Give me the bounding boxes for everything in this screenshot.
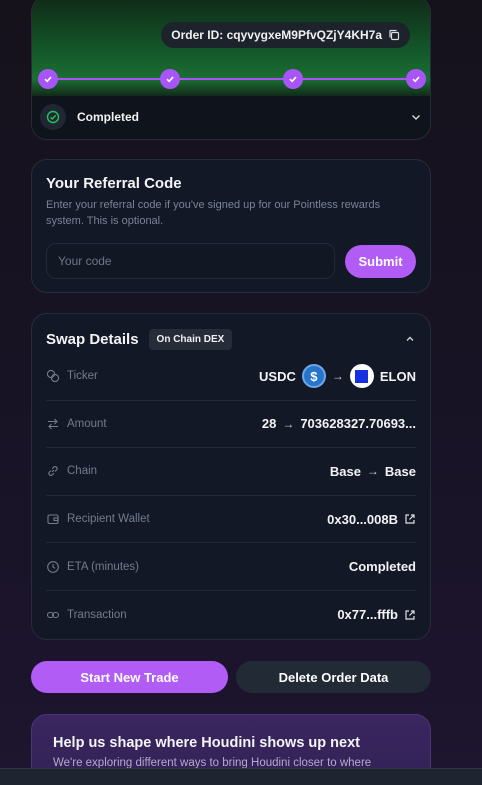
status-toggle[interactable]: Completed bbox=[32, 96, 430, 138]
chain-link-icon bbox=[46, 611, 60, 618]
wallet-row: Recipient Wallet 0x30...008B bbox=[46, 496, 416, 544]
step-1-check-icon bbox=[38, 69, 58, 89]
referral-subtitle: Enter your referral code if you've signe… bbox=[46, 199, 381, 227]
eta-label: ETA (minutes) bbox=[67, 560, 139, 573]
swap-details-header[interactable]: Swap Details On Chain DEX bbox=[46, 327, 416, 351]
wallet-value-link[interactable]: 0x30...008B bbox=[327, 512, 416, 527]
step-2-check-icon bbox=[160, 69, 180, 89]
chain-value: Base → Base bbox=[330, 464, 416, 479]
eta-row: ETA (minutes) Completed bbox=[46, 543, 416, 591]
order-id-pill[interactable]: Order ID: cqyvygxeM9PfvQZjY4KH7a bbox=[161, 22, 410, 48]
wallet-address: 0x30...008B bbox=[327, 511, 398, 527]
ticker-from: USDC bbox=[259, 368, 296, 384]
arrow-right-icon: → bbox=[366, 464, 379, 479]
transaction-value-link[interactable]: 0x77...fffb bbox=[337, 607, 416, 622]
referral-form: Submit bbox=[46, 243, 416, 279]
ticker-row: Ticker USDC $ → ELON bbox=[46, 353, 416, 401]
usdc-coin-icon: $ bbox=[301, 364, 326, 389]
wallet-label: Recipient Wallet bbox=[67, 513, 150, 526]
progress-line bbox=[48, 78, 414, 80]
order-status-card: Order ID: cqyvygxeM9PfvQZjY4KH7a Complet… bbox=[31, 0, 431, 140]
dex-badge: On Chain DEX bbox=[148, 328, 233, 350]
swap-arrows-icon bbox=[48, 418, 58, 430]
referral-title: Your Referral Code bbox=[46, 175, 182, 192]
transaction-label: Transaction bbox=[67, 608, 127, 621]
start-new-trade-button[interactable]: Start New Trade bbox=[31, 661, 228, 693]
step-3-check-icon bbox=[283, 69, 303, 89]
progress-track bbox=[38, 69, 426, 89]
ticker-to: ELON bbox=[379, 368, 416, 384]
amount-label: Amount bbox=[67, 417, 107, 430]
coins-icon bbox=[46, 370, 60, 383]
amount-value: 28 → 703628327.70693... bbox=[262, 416, 416, 431]
eta-value: Completed bbox=[348, 559, 416, 575]
link-icon bbox=[48, 466, 58, 477]
amount-row: Amount 28 → 703628327.70693... bbox=[46, 401, 416, 449]
status-label: Completed bbox=[77, 110, 140, 124]
chevron-down-icon[interactable] bbox=[410, 111, 422, 123]
step-4-check-icon bbox=[406, 69, 426, 89]
ticker-value: USDC $ → ELON bbox=[259, 364, 416, 389]
transaction-row: Transaction 0x77...fffb bbox=[46, 591, 416, 639]
delete-order-data-button[interactable]: Delete Order Data bbox=[236, 661, 431, 693]
swap-details-card: Swap Details On Chain DEX Ticker USDC $ … bbox=[31, 313, 431, 640]
external-link-icon[interactable] bbox=[404, 609, 416, 621]
transaction-hash: 0x77...fffb bbox=[337, 607, 398, 623]
chevron-up-icon[interactable] bbox=[404, 333, 416, 345]
chain-label: Chain bbox=[67, 465, 98, 478]
order-id-text: Order ID: cqyvygxeM9PfvQZjY4KH7a bbox=[171, 28, 382, 42]
wallet-icon bbox=[47, 514, 59, 525]
ticker-label: Ticker bbox=[67, 370, 98, 383]
referral-code-input[interactable] bbox=[46, 243, 335, 279]
elon-coin-icon bbox=[349, 364, 374, 389]
swap-rows: Ticker USDC $ → ELON Amount 28 → 7036283… bbox=[46, 353, 416, 639]
external-link-icon[interactable] bbox=[404, 513, 416, 525]
bottom-bar bbox=[0, 768, 482, 785]
amount-to: 703628327.70693... bbox=[300, 416, 416, 432]
copy-icon[interactable] bbox=[388, 29, 400, 41]
clock-icon bbox=[47, 560, 59, 573]
promo-title: Help us shape where Houdini shows up nex… bbox=[53, 735, 360, 751]
chain-from: Base bbox=[329, 463, 361, 479]
chain-row: Chain Base → Base bbox=[46, 448, 416, 496]
arrow-right-icon: → bbox=[331, 369, 344, 384]
swap-details-title: Swap Details bbox=[46, 330, 139, 348]
submit-button[interactable]: Submit bbox=[345, 244, 416, 278]
completed-check-icon bbox=[40, 104, 66, 130]
referral-card: Your Referral Code Enter your referral c… bbox=[31, 159, 431, 293]
arrow-right-icon: → bbox=[282, 416, 295, 431]
status-banner: Order ID: cqyvygxeM9PfvQZjY4KH7a bbox=[32, 0, 430, 100]
chain-to: Base bbox=[384, 463, 416, 479]
amount-from: 28 bbox=[261, 416, 277, 432]
